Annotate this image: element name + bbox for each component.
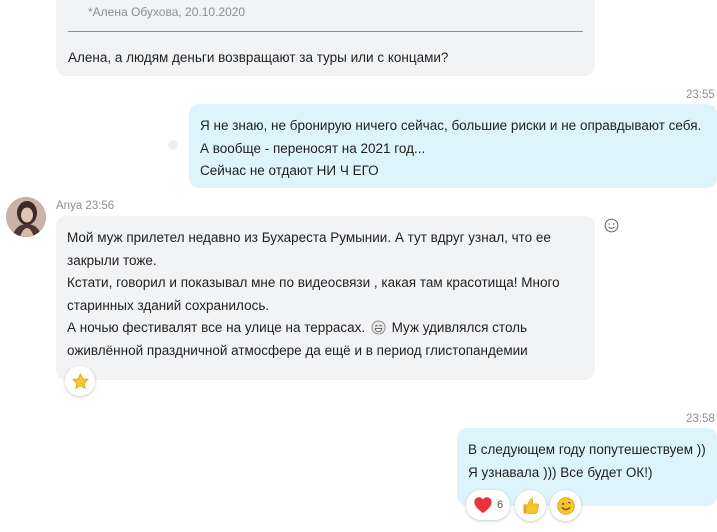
message-line-part: Муж удивлялся столь bbox=[391, 320, 528, 335]
smile-icon bbox=[556, 496, 575, 515]
message-line: оживлённой праздничной атмосфере да ещё … bbox=[67, 342, 528, 358]
message-line: А ночью фестивалят все на улице на терра… bbox=[67, 317, 595, 340]
message-line: закрыли тоже. bbox=[67, 252, 157, 268]
message-timestamp: 23:55 bbox=[686, 89, 715, 101]
star-icon bbox=[71, 372, 89, 389]
message-line: А вообще - переносят на 2021 год... bbox=[200, 140, 426, 156]
message-line: В следующем году попутешествуем )) bbox=[468, 442, 706, 457]
reaction-count: 6 bbox=[496, 499, 504, 511]
thumbs-up-reaction[interactable] bbox=[515, 490, 546, 521]
quote-divider bbox=[68, 31, 583, 32]
star-reaction[interactable] bbox=[65, 366, 95, 396]
grin-emoji-icon bbox=[371, 320, 386, 335]
incoming-message-bubble[interactable]: Мой муж прилетел недавно из Бухареста Ру… bbox=[56, 216, 595, 380]
message-line: Мой муж прилетел недавно из Бухареста Ру… bbox=[67, 230, 551, 245]
message-timestamp: 23:58 bbox=[686, 413, 715, 425]
heart-icon bbox=[474, 497, 492, 514]
avatar[interactable] bbox=[6, 197, 46, 237]
smile-reaction[interactable] bbox=[550, 490, 581, 521]
message-line: Я не знаю, не бронирую ничего сейчас, бо… bbox=[200, 118, 702, 133]
sender-meta: Anya 23:56 bbox=[56, 200, 114, 212]
reaction-placeholder-icon bbox=[168, 140, 178, 150]
add-reaction-button[interactable] bbox=[602, 216, 620, 234]
message-line: Сейчас не отдают НИ Ч ЕГО bbox=[200, 163, 379, 178]
message-line: Кстати, говорил и показывал мне по видео… bbox=[67, 275, 560, 290]
message-text: Алена, а людям деньги возвращают за туры… bbox=[68, 50, 449, 65]
quote-author-line: *Алена Обухова, 20.10.2020 bbox=[88, 5, 246, 19]
message-line-part: А ночью фестивалят все на улице на терра… bbox=[67, 320, 366, 335]
quoted-message-bubble[interactable]: *Алена Обухова, 20.10.2020 Алена, а людя… bbox=[56, 0, 595, 76]
message-timestamp: 23:56 bbox=[85, 200, 115, 212]
avatar-photo bbox=[6, 197, 46, 237]
smile-outline-icon bbox=[604, 218, 618, 232]
outgoing-message-bubble[interactable]: Я не знаю, не бронирую ничего сейчас, бо… bbox=[189, 104, 717, 188]
sender-name: Anya bbox=[56, 200, 83, 212]
heart-reaction[interactable]: 6 bbox=[466, 490, 510, 520]
message-line: Я узнавала ))) Все будет ОК!) bbox=[468, 464, 653, 480]
message-line: старинных зданий сохранилось. bbox=[67, 297, 270, 313]
thumbs-up-icon bbox=[523, 497, 539, 514]
